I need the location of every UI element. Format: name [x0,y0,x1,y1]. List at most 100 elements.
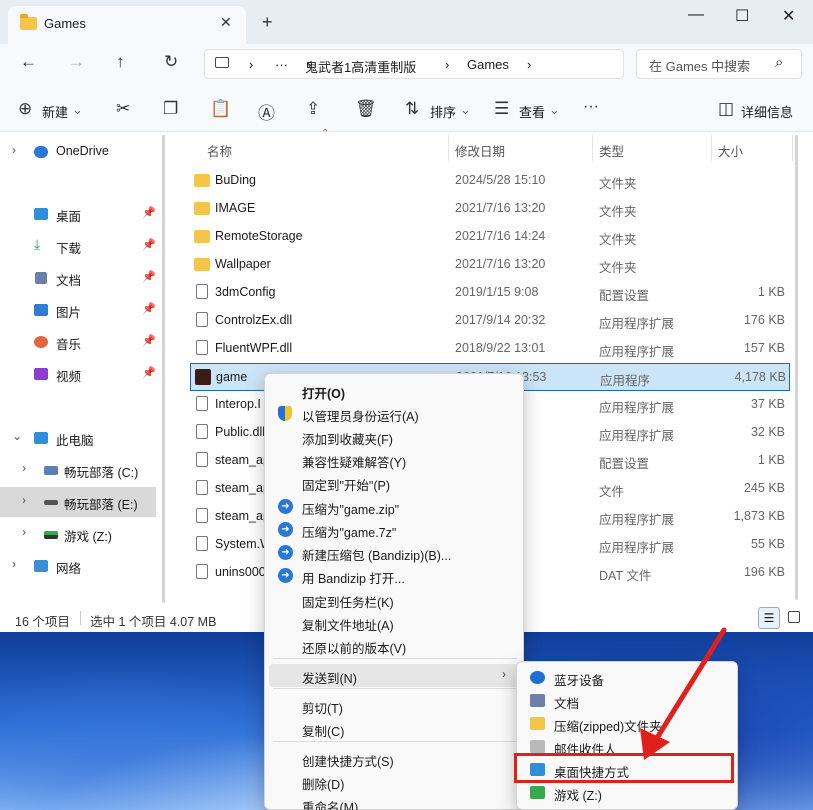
column-divider[interactable] [448,135,449,161]
file-type: 文件夹 [599,205,637,219]
details-button[interactable]: 详细信息 [741,102,793,121]
sidebar-item-music[interactable]: 音乐 📌 [0,327,156,357]
table-row[interactable]: ControlzEx.dll 2017/9/14 20:32 应用程序扩展 176 K… [190,307,790,335]
column-header-size[interactable]: 大小 [718,141,743,160]
menu-separator [273,741,517,742]
table-row[interactable]: Wallpaper 2021/7/16 13:20 文件夹 [190,251,790,279]
column-divider[interactable] [792,135,793,161]
up-button[interactable]: ↑ [116,52,125,72]
menu-item[interactable]: 创建快捷方式(S) [269,747,519,770]
menu-item[interactable]: 固定到"开始"(P) [269,471,519,494]
menu-item[interactable]: ➜ 用 Bandizip 打开... [269,564,519,587]
menu-item[interactable]: 复制文件地址(A) [269,611,519,634]
file-type: 应用程序扩展 [599,345,675,359]
menu-item[interactable]: 添加到收藏夹(F) [269,425,519,448]
search-input[interactable]: 在 Games 中搜索 [649,56,750,75]
menu-item[interactable]: 剪切(T) [269,694,519,717]
crumb-more-button[interactable]: ··· [275,57,288,72]
sidebar-item-drive-c[interactable]: › 畅玩部落 (C:) [0,455,156,485]
file-name: unins000 [215,565,266,579]
rename-icon[interactable]: Ⓐ [258,99,275,124]
more-options-button[interactable]: ··· [583,98,599,116]
file-icon [196,536,208,551]
sidebar-item-videos[interactable]: 视频 📌 [0,359,156,389]
delete-icon[interactable]: 🗑 [355,99,377,119]
table-row[interactable]: 3dmConfig 2019/1/15 9:08 配置设置 1 KB [190,279,790,307]
close-window-button[interactable]: ✕ [782,6,795,26]
new-tab-button[interactable]: + [262,12,273,33]
menu-item[interactable]: ➜ 压缩为"game.7z" [269,518,519,541]
file-size: 176 KB [743,313,785,327]
sort-button[interactable]: 排序 [430,102,456,121]
chevron-right-icon[interactable]: › [12,143,16,157]
sidebar-item-desktop[interactable]: 桌面 📌 [0,199,156,229]
table-row[interactable]: RemoteStorage 2021/7/16 14:24 文件夹 [190,223,790,251]
menu-item[interactable]: 复制(C) [269,717,519,740]
desktop-icon [34,208,48,220]
file-date: 2018/9/22 13:01 [455,341,546,355]
share-icon[interactable]: ⇪ [306,99,320,119]
refresh-button[interactable]: ↻ [164,52,178,72]
sidebar-item-drive-e[interactable]: › 畅玩部落 (E:) [0,487,156,517]
chevron-right-icon[interactable]: › [12,557,16,571]
forward-button[interactable]: → [68,52,85,72]
table-row[interactable]: BuDing 2024/5/28 15:10 文件夹 [190,167,790,195]
crumb-parent[interactable]: 鬼武者1高清重制版 [305,57,416,76]
folder-icon [20,14,37,30]
file-name: Interop.I [215,397,261,411]
file-list-scrollbar[interactable] [795,135,798,600]
details-view-icon[interactable]: ☰ [758,607,780,629]
menu-item[interactable]: 以管理员身份运行(A) [269,402,519,425]
file-type: 文件 [599,485,625,499]
copy-icon[interactable]: ❐ [163,99,178,119]
crumb-current[interactable]: Games [467,57,509,72]
sidebar-item-documents[interactable]: 文档 📌 [0,263,156,293]
chevron-down-icon[interactable]: ⌄ [12,429,22,443]
menu-item[interactable]: 兼容性疑难解答(Y) [269,448,519,471]
tab-games[interactable]: Games ✕ [8,6,246,44]
file-size: 1,873 KB [733,509,785,523]
menu-item[interactable]: 固定到任务栏(K) [269,588,519,611]
column-divider[interactable] [592,135,593,161]
sidebar-scrollbar[interactable] [162,135,165,603]
view-button[interactable]: 查看 [519,102,545,121]
cut-icon[interactable]: ✂ [116,99,130,119]
table-row[interactable]: FluentWPF.dll 2018/9/22 13:01 应用程序扩展 157 KB [190,335,790,363]
menu-item[interactable]: 删除(D) [269,770,519,793]
menu-item[interactable]: 重命名(M) [269,793,519,810]
close-tab-icon[interactable]: ✕ [220,14,232,31]
file-date: 2021/7/16 13:20 [455,201,546,215]
sidebar-item-this-pc[interactable]: ⌄ 此电脑 [0,423,156,453]
menu-item[interactable]: 还原以前的版本(V) [269,634,519,657]
menu-item[interactable]: 打开(O) [269,379,519,402]
column-divider[interactable] [711,135,712,161]
address-bar[interactable]: › ··· › 鬼武者1高清重制版 › Games › [204,49,624,79]
column-header-type[interactable]: 类型 [599,141,624,160]
back-button[interactable]: ← [20,52,37,72]
new-button[interactable]: 新建 [42,102,68,121]
search-box[interactable]: 在 Games 中搜索 ⌕ [636,49,802,79]
menu-item[interactable]: ➜ 压缩为"game.zip" [269,495,519,518]
sidebar-item-network[interactable]: › 网络 [0,551,156,581]
chevron-right-icon[interactable]: › [22,461,26,475]
sidebar-item-onedrive[interactable]: › OneDrive [0,137,156,167]
column-header-name[interactable]: 名称 [207,141,232,160]
sidebar-item-pictures[interactable]: 图片 📌 [0,295,156,325]
menu-item-label: 发送到(N) [302,672,357,686]
submenu-item[interactable]: 游戏 (Z:) [521,781,735,804]
column-header-date[interactable]: 修改日期 [455,141,505,160]
tiles-view-icon[interactable] [788,611,800,623]
file-name: Wallpaper [215,257,271,271]
sidebar-item-drive-z[interactable]: › 游戏 (Z:) [0,519,156,549]
chevron-right-icon[interactable]: › [22,493,26,507]
bandizip-icon: ➜ [278,545,293,560]
table-row[interactable]: IMAGE 2021/7/16 13:20 文件夹 [190,195,790,223]
maximize-button[interactable]: ☐ [735,6,749,26]
paste-icon[interactable]: 📋 [210,99,231,119]
file-type: 应用程序扩展 [599,513,675,527]
menu-item[interactable]: ➜ 新建压缩包 (Bandizip)(B)... [269,541,519,564]
menu-item[interactable]: 发送到(N) › [269,664,519,687]
sidebar-item-downloads[interactable]: ⤓ 下载 📌 [0,231,156,261]
chevron-right-icon[interactable]: › [22,525,26,539]
minimize-button[interactable]: — [688,6,704,24]
